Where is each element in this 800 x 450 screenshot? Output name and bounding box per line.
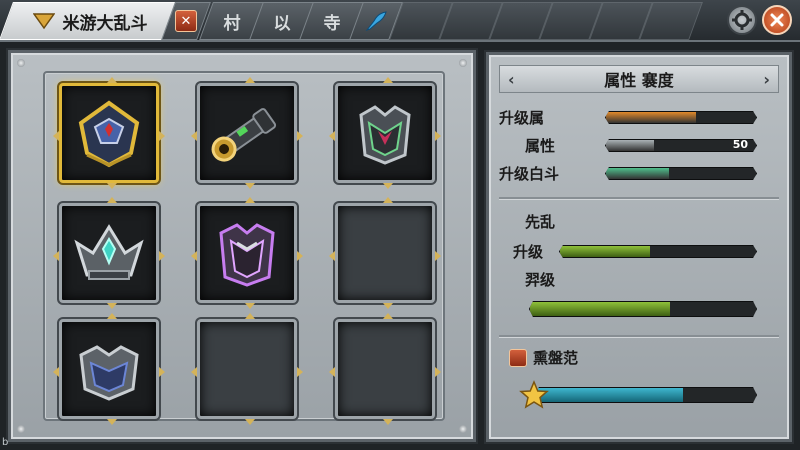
stat-bar-2-fill: [606, 140, 654, 151]
detail-title: 属性 褰度: [604, 71, 674, 90]
stat-bar-3: [605, 167, 757, 180]
inventory-slot-9-empty[interactable]: [329, 313, 441, 425]
divider: [499, 335, 779, 337]
gear-icon: [732, 10, 752, 30]
section2-bar-2-fill: [530, 302, 670, 316]
dark-helmet-icon: [78, 100, 140, 168]
inventory-slot-7[interactable]: [53, 313, 165, 425]
stat-bar-3-fill: [606, 168, 669, 179]
detail-panel: ‹ 属性 褰度 › 升级属 属性 50 升级白斗 先乱 升级 羿级 熏盤范: [486, 52, 792, 442]
footer-bar-fill: [536, 388, 683, 402]
tab-temple-label: 寺: [323, 13, 341, 34]
purple-armor-icon: [219, 223, 275, 287]
tab-yi-label: 以: [273, 13, 291, 34]
tab-main-label: 米游大乱斗: [62, 13, 148, 34]
tab-main[interactable]: 米游大乱斗: [0, 2, 181, 40]
section2-heading: 先乱: [525, 213, 556, 231]
footer-label: 熏盤范: [533, 349, 579, 367]
tab-village-label: 村: [223, 13, 241, 34]
teal-crown-icon: [74, 224, 144, 280]
close-button[interactable]: [762, 5, 792, 35]
section2-bar-1: [559, 245, 757, 258]
prev-arrow-button[interactable]: ‹: [508, 70, 515, 89]
gold-star-icon: [519, 380, 549, 409]
section2-row1-label: 升级: [513, 243, 544, 261]
inventory-slot-3[interactable]: [329, 77, 441, 189]
section2-bar-1-fill: [560, 246, 650, 257]
inventory-slot-5[interactable]: [191, 197, 303, 309]
corner-mark: b: [2, 437, 9, 448]
stat-bar-1: [605, 111, 757, 124]
rivet: [459, 425, 467, 433]
stat-bar-2: 50: [605, 139, 757, 152]
stat-value-2: 50: [732, 138, 748, 151]
divider: [499, 197, 779, 199]
blue-armor-icon: [79, 345, 139, 401]
detail-header: ‹ 属性 褰度 ›: [499, 65, 779, 93]
stat-bar-1-fill: [606, 112, 696, 123]
stat-label-2: 属性: [525, 137, 556, 155]
scroll-icon: ✕: [175, 10, 197, 32]
section2-row2-label: 羿级: [525, 271, 556, 289]
inventory-slot-2[interactable]: [191, 77, 303, 189]
blue-feather-icon: [365, 11, 387, 31]
footer-bar: [535, 387, 757, 403]
inventory-panel: [8, 50, 476, 442]
rivet: [459, 59, 467, 67]
inventory-slot-8-empty[interactable]: [191, 313, 303, 425]
stat-label-3: 升级白斗: [499, 165, 560, 183]
stat-label-1: 升级属: [499, 109, 545, 127]
scroll-icon: [509, 349, 527, 367]
inventory-slot-4[interactable]: [53, 197, 165, 309]
top-tab-bar: 米游大乱斗 ✕ 村 以 寺: [0, 0, 800, 42]
green-armor-icon: [359, 105, 411, 165]
close-icon: [770, 13, 784, 27]
rivet: [17, 425, 25, 433]
gold-cannon-icon: [211, 108, 277, 162]
next-arrow-button[interactable]: ›: [763, 70, 770, 89]
chevron-down-icon: [32, 13, 55, 30]
section2-bar-2: [529, 301, 757, 317]
inventory-slot-1[interactable]: [53, 77, 165, 189]
settings-button[interactable]: [727, 5, 757, 35]
rivet: [17, 59, 25, 67]
inventory-slot-6-empty[interactable]: [329, 197, 441, 309]
